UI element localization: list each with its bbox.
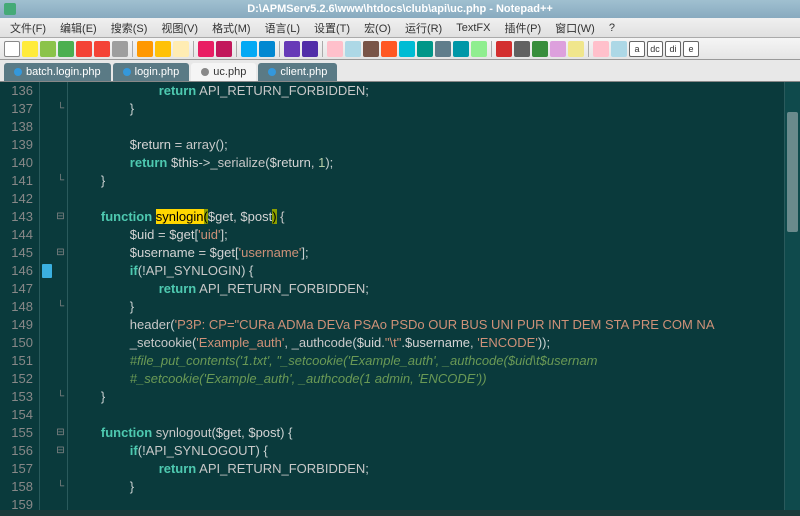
open-file-icon[interactable] bbox=[22, 41, 38, 57]
menu-format[interactable]: 格式(M) bbox=[206, 18, 257, 38]
toolbar-separator bbox=[279, 41, 280, 57]
toolbar-separator bbox=[132, 41, 133, 57]
zoom-in-icon[interactable] bbox=[284, 41, 300, 57]
sync-v-icon[interactable] bbox=[327, 41, 343, 57]
save-all-icon[interactable] bbox=[58, 41, 74, 57]
menu-help[interactable]: ? bbox=[603, 20, 621, 36]
fold-gutter[interactable]: └ └ ⊟ ⊟ └ └ ⊟⊟ └ bbox=[54, 82, 68, 510]
tab-label: client.php bbox=[280, 66, 327, 78]
toolbar-separator bbox=[491, 41, 492, 57]
show-whitespace-icon[interactable] bbox=[381, 41, 397, 57]
bookmark-gutter[interactable] bbox=[40, 82, 54, 510]
menu-view[interactable]: 视图(V) bbox=[155, 18, 204, 38]
copy-icon[interactable] bbox=[155, 41, 171, 57]
tab-batch-login[interactable]: batch.login.php bbox=[4, 63, 111, 81]
undo-icon[interactable] bbox=[198, 41, 214, 57]
menu-macro[interactable]: 宏(O) bbox=[358, 18, 397, 38]
close-all-icon[interactable] bbox=[94, 41, 110, 57]
find-icon[interactable] bbox=[241, 41, 257, 57]
toolbar-separator bbox=[236, 41, 237, 57]
letter-dc-icon[interactable]: dc bbox=[647, 41, 663, 57]
redo-icon[interactable] bbox=[216, 41, 232, 57]
file-saved-icon bbox=[201, 68, 209, 76]
tab-bar: batch.login.php login.php uc.php client.… bbox=[0, 60, 800, 82]
letter-a-icon[interactable]: a bbox=[629, 41, 645, 57]
word-wrap-icon[interactable] bbox=[363, 41, 379, 57]
menu-run[interactable]: 运行(R) bbox=[399, 18, 448, 38]
window-titlebar: D:\APMServ5.2.6\www\htdocs\club\api\uc.p… bbox=[0, 0, 800, 18]
toolbar-separator bbox=[588, 41, 589, 57]
tab-label: batch.login.php bbox=[26, 66, 101, 78]
toolbar: a dc di e bbox=[0, 38, 800, 60]
replace-icon[interactable] bbox=[259, 41, 275, 57]
new-file-icon[interactable] bbox=[4, 41, 20, 57]
toolbar-separator bbox=[193, 41, 194, 57]
doc-map-icon[interactable] bbox=[471, 41, 487, 57]
file-modified-icon bbox=[268, 68, 276, 76]
print-icon[interactable] bbox=[112, 41, 128, 57]
save-icon[interactable] bbox=[40, 41, 56, 57]
letter-e-icon[interactable]: e bbox=[683, 41, 699, 57]
misc-tool-icon[interactable] bbox=[611, 41, 627, 57]
menu-language[interactable]: 语言(L) bbox=[259, 18, 306, 38]
tab-label: uc.php bbox=[213, 66, 246, 78]
tab-login[interactable]: login.php bbox=[113, 63, 190, 81]
misc-tool-icon[interactable] bbox=[593, 41, 609, 57]
tab-uc[interactable]: uc.php bbox=[191, 63, 256, 81]
window-title: D:\APMServ5.2.6\www\htdocs\club\api\uc.p… bbox=[247, 3, 553, 15]
menu-window[interactable]: 窗口(W) bbox=[549, 18, 601, 38]
function-list-icon[interactable] bbox=[417, 41, 433, 57]
file-modified-icon bbox=[123, 68, 131, 76]
menu-file[interactable]: 文件(F) bbox=[4, 18, 52, 38]
line-number-gutter: 1361371381391401411421431441451461471481… bbox=[0, 82, 40, 510]
indent-guide-icon[interactable] bbox=[399, 41, 415, 57]
letter-di-icon[interactable]: di bbox=[665, 41, 681, 57]
zoom-out-icon[interactable] bbox=[302, 41, 318, 57]
run-macro-multi-icon[interactable] bbox=[550, 41, 566, 57]
code-area[interactable]: return API_RETURN_FORBIDDEN; } $return =… bbox=[68, 82, 784, 510]
menu-edit[interactable]: 编辑(E) bbox=[54, 18, 103, 38]
vertical-scrollbar[interactable] bbox=[784, 82, 800, 510]
menu-settings[interactable]: 设置(T) bbox=[308, 18, 356, 38]
cut-icon[interactable] bbox=[137, 41, 153, 57]
code-editor[interactable]: 1361371381391401411421431441451461471481… bbox=[0, 82, 800, 510]
app-icon bbox=[4, 3, 16, 15]
menu-bar: 文件(F) 编辑(E) 搜索(S) 视图(V) 格式(M) 语言(L) 设置(T… bbox=[0, 18, 800, 38]
fold-icon[interactable] bbox=[435, 41, 451, 57]
sync-h-icon[interactable] bbox=[345, 41, 361, 57]
menu-plugins[interactable]: 插件(P) bbox=[498, 18, 547, 38]
record-macro-icon[interactable] bbox=[496, 41, 512, 57]
menu-search[interactable]: 搜索(S) bbox=[105, 18, 154, 38]
tab-label: login.php bbox=[135, 66, 180, 78]
menu-textfx[interactable]: TextFX bbox=[450, 20, 496, 36]
tab-client[interactable]: client.php bbox=[258, 63, 337, 81]
unfold-icon[interactable] bbox=[453, 41, 469, 57]
toolbar-separator bbox=[322, 41, 323, 57]
paste-icon[interactable] bbox=[173, 41, 189, 57]
file-modified-icon bbox=[14, 68, 22, 76]
save-macro-icon[interactable] bbox=[568, 41, 584, 57]
play-macro-icon[interactable] bbox=[532, 41, 548, 57]
scrollbar-thumb[interactable] bbox=[787, 112, 798, 232]
stop-macro-icon[interactable] bbox=[514, 41, 530, 57]
close-icon[interactable] bbox=[76, 41, 92, 57]
